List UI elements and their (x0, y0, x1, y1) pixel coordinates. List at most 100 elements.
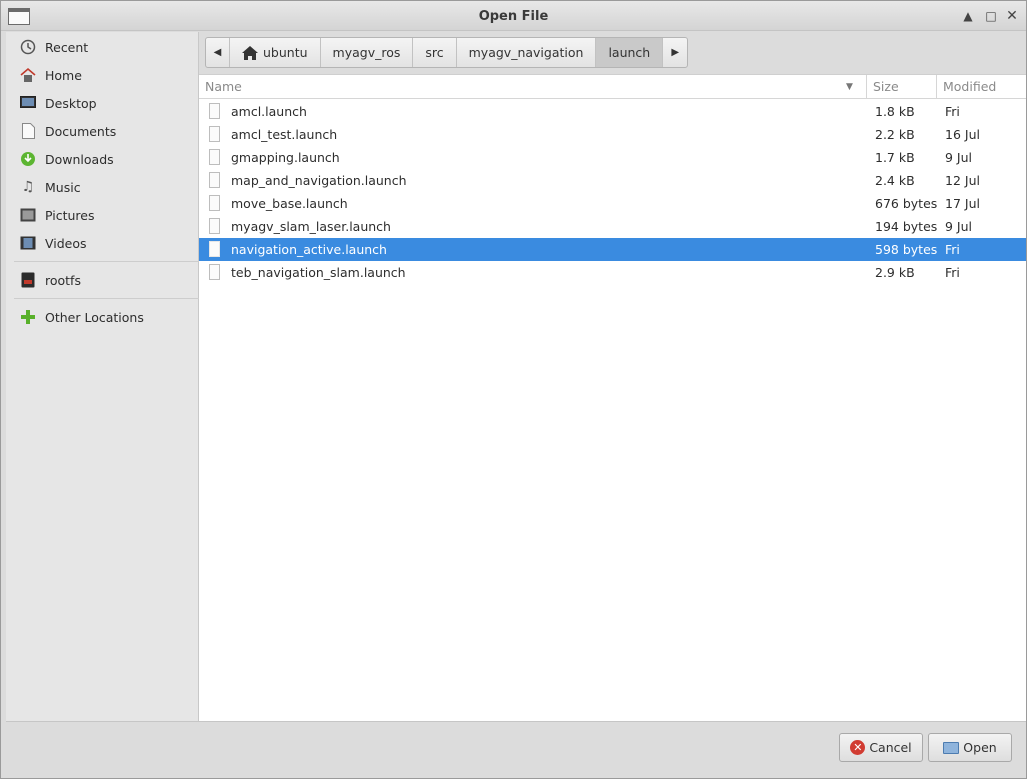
file-icon (209, 241, 220, 257)
sidebar-item-downloads[interactable]: Downloads (6, 146, 198, 172)
sidebar-item-pictures[interactable]: Pictures (6, 202, 198, 228)
sidebar-item-desktop[interactable]: Desktop (6, 90, 198, 116)
sidebar-item-home[interactable]: Home (6, 62, 198, 88)
path-back-button[interactable]: ◀ (206, 38, 230, 67)
sidebar-item-label: rootfs (45, 272, 81, 288)
sidebar-item-label: Desktop (45, 95, 97, 111)
sidebar-item-other-locations[interactable]: Other Locations (6, 304, 198, 330)
file-name: map_and_navigation.launch (231, 173, 407, 188)
file-row-selected[interactable]: navigation_active.launch 598 bytes Fri (199, 238, 1026, 261)
path-crumb-launch[interactable]: launch (596, 38, 664, 67)
path-crumb-label: myagv_navigation (468, 45, 584, 60)
column-header-modified[interactable]: Modified (937, 75, 1026, 99)
file-icon (209, 103, 220, 119)
window-title: Open File (478, 9, 549, 24)
file-modified: 9 Jul (945, 150, 973, 165)
file-row[interactable]: map_and_navigation.launch 2.4 kB 12 Jul (199, 169, 1026, 192)
path-crumb-label: src (425, 45, 444, 60)
file-row[interactable]: myagv_slam_laser.launch 194 bytes 9 Jul (199, 215, 1026, 238)
cancel-button[interactable]: ✕ Cancel (839, 733, 923, 762)
file-name: myagv_slam_laser.launch (231, 219, 391, 234)
column-headers: Name ▼ Size Modified (199, 75, 1026, 99)
desktop-icon (19, 94, 37, 112)
sidebar-item-label: Pictures (45, 207, 95, 223)
open-label: Open (963, 740, 997, 755)
file-icon (209, 218, 220, 234)
places-sidebar: Recent Home Desktop Documents Downloads (6, 32, 200, 721)
file-size: 2.4 kB (875, 173, 915, 188)
file-modified: 17 Jul (945, 196, 980, 211)
folder-open-icon (943, 741, 960, 754)
sidebar-item-label: Music (45, 179, 81, 195)
music-icon: ♫ (21, 179, 35, 195)
file-size: 194 bytes (875, 219, 938, 234)
cancel-icon: ✕ (850, 740, 866, 755)
sidebar-item-label: Other Locations (45, 309, 144, 325)
file-name: amcl_test.launch (231, 127, 338, 142)
file-name: move_base.launch (231, 196, 348, 211)
sidebar-item-rootfs[interactable]: rootfs (6, 267, 198, 293)
open-file-dialog: Open File ▲ □ ✕ Recent Home Desktop Docu… (0, 0, 1027, 779)
file-size: 1.7 kB (875, 150, 915, 165)
file-name: amcl.launch (231, 104, 307, 119)
file-name: navigation_active.launch (231, 242, 387, 257)
file-icon (209, 264, 220, 280)
video-icon (19, 234, 37, 252)
file-modified: Fri (945, 104, 960, 119)
dialog-footer: ✕ Cancel Open (6, 721, 1026, 778)
title-bar[interactable]: Open File ▲ □ ✕ (1, 1, 1026, 31)
sidebar-item-label: Recent (45, 39, 89, 55)
file-modified: 12 Jul (945, 173, 980, 188)
file-icon (209, 126, 220, 142)
open-button[interactable]: Open (928, 733, 1012, 762)
plus-icon (19, 308, 37, 326)
column-header-size[interactable]: Size (867, 75, 936, 99)
maximize-icon[interactable]: ▲ (961, 9, 975, 23)
sidebar-item-label: Home (45, 67, 82, 83)
file-modified: Fri (945, 242, 960, 257)
column-header-name[interactable]: Name (199, 75, 866, 99)
path-crumb-label: ubuntu (263, 45, 308, 60)
file-modified: 16 Jul (945, 127, 980, 142)
file-row[interactable]: gmapping.launch 1.7 kB 9 Jul (199, 146, 1026, 169)
path-crumb-src[interactable]: src (413, 38, 457, 67)
sidebar-item-label: Downloads (45, 151, 114, 167)
sidebar-separator (14, 261, 200, 262)
file-icon (209, 195, 220, 211)
file-list: Name ▼ Size Modified amcl.launch 1.8 kB … (199, 74, 1026, 721)
file-icon (209, 172, 220, 188)
file-modified: Fri (945, 265, 960, 280)
pictures-icon (19, 206, 37, 224)
file-size: 2.9 kB (875, 265, 915, 280)
path-crumb-myagv-navigation[interactable]: myagv_navigation (457, 38, 597, 67)
restore-icon[interactable]: □ (984, 9, 998, 23)
drive-icon (19, 271, 37, 289)
sort-descending-icon[interactable]: ▼ (846, 82, 853, 92)
sidebar-separator (14, 298, 200, 299)
download-icon (19, 150, 37, 168)
file-size: 598 bytes (875, 242, 938, 257)
close-icon[interactable]: ✕ (1005, 9, 1019, 23)
cancel-label: Cancel (869, 740, 912, 755)
path-crumb-myagv-ros[interactable]: myagv_ros (321, 38, 414, 67)
file-row[interactable]: move_base.launch 676 bytes 17 Jul (199, 192, 1026, 215)
sidebar-item-recent[interactable]: Recent (6, 34, 198, 60)
path-crumb-label: launch (608, 45, 651, 60)
file-name: teb_navigation_slam.launch (231, 265, 406, 280)
document-icon (19, 122, 37, 140)
home-icon (19, 66, 37, 84)
path-forward-button[interactable]: ▶ (663, 38, 687, 67)
file-row[interactable]: teb_navigation_slam.launch 2.9 kB Fri (199, 261, 1026, 284)
file-row[interactable]: amcl_test.launch 2.2 kB 16 Jul (199, 123, 1026, 146)
path-crumb-ubuntu[interactable]: ubuntu (230, 38, 321, 67)
sidebar-item-music[interactable]: ♫ Music (6, 174, 198, 200)
sidebar-item-videos[interactable]: Videos (6, 230, 198, 256)
home-icon (242, 45, 258, 60)
clock-icon (19, 38, 37, 56)
file-icon (209, 149, 220, 165)
sidebar-item-documents[interactable]: Documents (6, 118, 198, 144)
sidebar-item-label: Videos (45, 235, 87, 251)
file-row[interactable]: amcl.launch 1.8 kB Fri (199, 100, 1026, 123)
file-modified: 9 Jul (945, 219, 973, 234)
file-size: 1.8 kB (875, 104, 915, 119)
